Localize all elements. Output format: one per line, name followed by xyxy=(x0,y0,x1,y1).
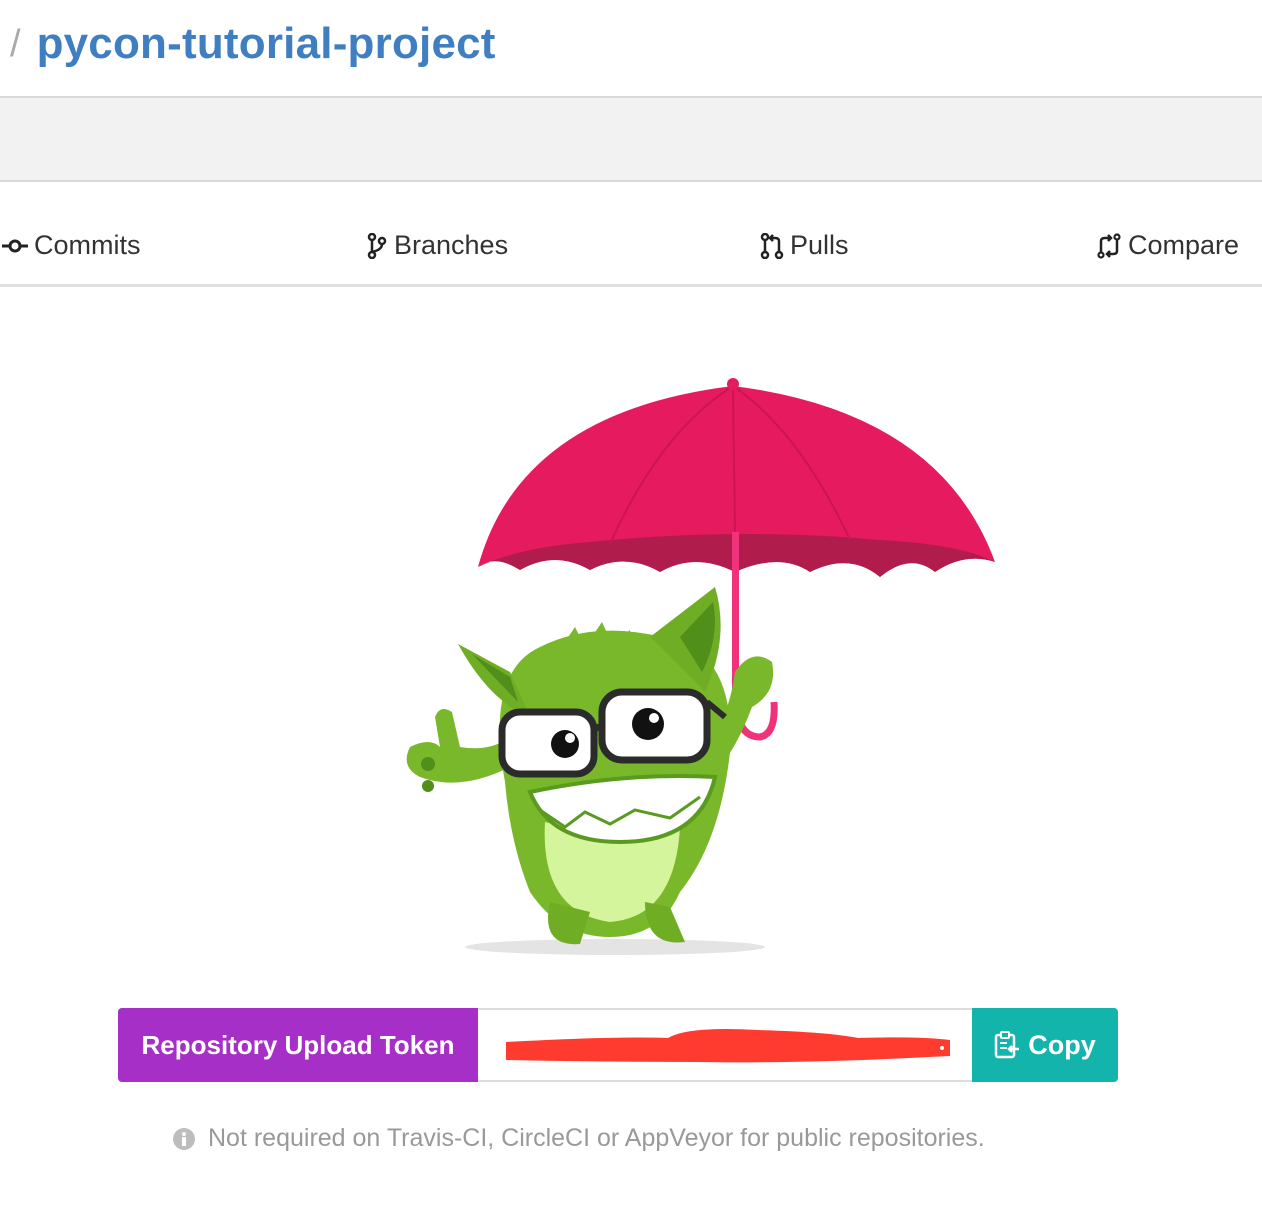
redaction-scribble xyxy=(506,1029,950,1063)
clipboard-icon xyxy=(995,1031,1020,1059)
repo-name-link[interactable]: pycon-tutorial-project xyxy=(37,19,496,69)
token-note: Not required on Travis-CI, CircleCI or A… xyxy=(172,1124,985,1153)
info-icon xyxy=(173,1127,195,1150)
repo-tabs: Commits Branches Pulls Compare xyxy=(0,212,1262,282)
token-note-text: Not required on Travis-CI, CircleCI or A… xyxy=(208,1124,985,1152)
tabs-divider xyxy=(0,284,1262,287)
tab-compare[interactable]: Compare xyxy=(1096,230,1239,261)
upload-token-row: Repository Upload Token Copy xyxy=(118,1008,1118,1082)
compare-icon xyxy=(1097,232,1121,259)
upload-token-field[interactable] xyxy=(478,1008,976,1082)
pull-request-icon xyxy=(760,232,784,259)
tab-label: Branches xyxy=(394,230,509,260)
tab-commits[interactable]: Commits xyxy=(2,230,141,261)
branch-icon xyxy=(367,232,387,259)
tab-pulls[interactable]: Pulls xyxy=(760,230,849,261)
tab-label: Commits xyxy=(34,230,141,260)
copy-button[interactable]: Copy xyxy=(972,1008,1118,1082)
tab-label: Pulls xyxy=(790,230,849,260)
toolbar-band xyxy=(0,96,1262,182)
copy-button-label: Copy xyxy=(1028,1029,1096,1060)
commit-icon xyxy=(2,239,28,252)
tab-branches[interactable]: Branches xyxy=(366,230,508,261)
breadcrumb-separator: / xyxy=(10,22,21,65)
tab-label: Compare xyxy=(1128,230,1240,260)
upload-token-label: Repository Upload Token xyxy=(118,1008,478,1082)
breadcrumb: / pycon-tutorial-project xyxy=(10,14,496,74)
codecov-mascot-illustration xyxy=(406,378,995,955)
